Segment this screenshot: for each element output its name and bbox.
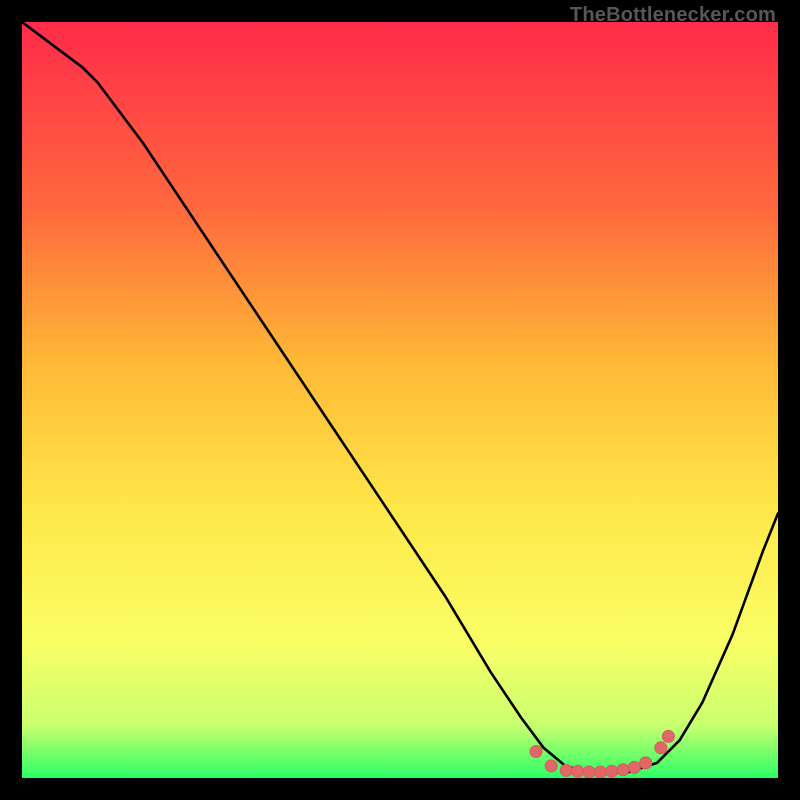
- marker-dot: [606, 765, 618, 777]
- marker-dot: [560, 764, 572, 776]
- marker-dot: [640, 757, 652, 769]
- marker-dot: [530, 746, 542, 758]
- chart-frame: [22, 22, 778, 778]
- marker-dot: [594, 766, 606, 778]
- marker-dot: [572, 765, 584, 777]
- marker-dot: [628, 761, 640, 773]
- marker-dot: [655, 742, 667, 754]
- marker-dot: [583, 766, 595, 778]
- marker-dot: [545, 760, 557, 772]
- gradient-background: [22, 22, 778, 778]
- bottleneck-chart: [22, 22, 778, 778]
- watermark-text: TheBottlenecker.com: [570, 4, 776, 27]
- marker-dot: [662, 730, 674, 742]
- marker-dot: [617, 764, 629, 776]
